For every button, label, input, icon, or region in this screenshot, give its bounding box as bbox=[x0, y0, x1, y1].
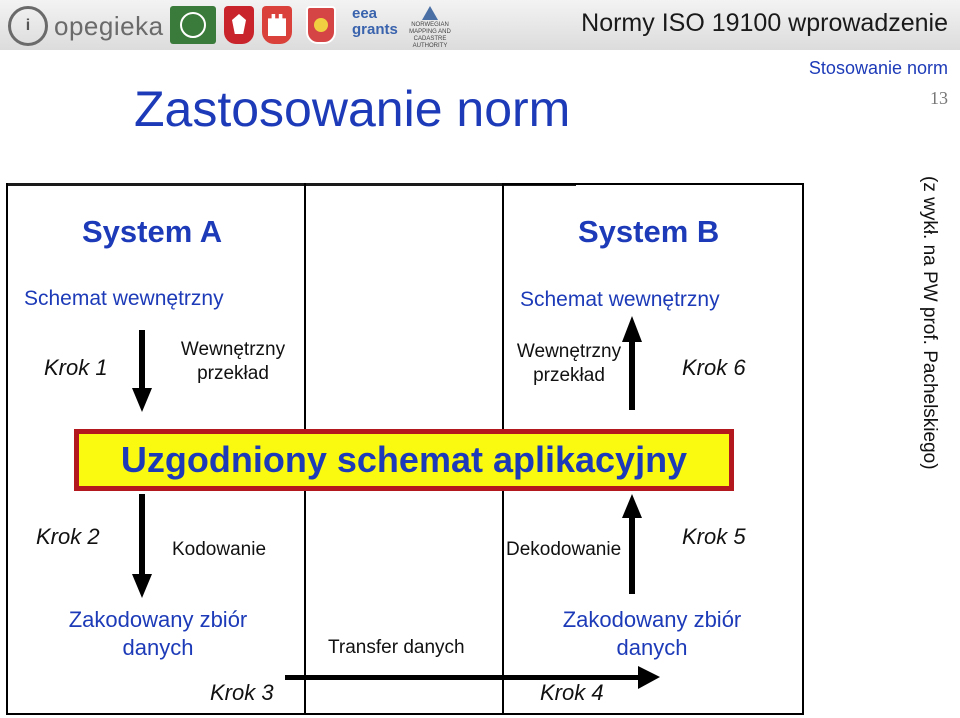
system-a-dataset-line1: Zakodowany zbiór bbox=[68, 607, 248, 632]
system-b-dataset-line2: danych bbox=[616, 635, 688, 660]
system-b-title: System B bbox=[578, 214, 720, 249]
system-a-dataset-line2: danych bbox=[122, 635, 194, 660]
norwegian-mapping-authority-logo: NORWEGIAN MAPPING AND CADASTRE AUTHORITY bbox=[404, 6, 456, 49]
regional-coat-of-arms-icon bbox=[306, 6, 336, 44]
eea-grants-logo: eea grants bbox=[352, 6, 400, 46]
frame-bottom-line bbox=[6, 713, 804, 715]
system-a-title: System A bbox=[82, 214, 223, 249]
logo-mark-icon: i bbox=[8, 6, 48, 46]
system-b-internal-translation-line2: przekład bbox=[533, 365, 605, 386]
arrow-down-step-1 bbox=[132, 330, 152, 412]
step-1-label: Krok 1 bbox=[44, 355, 108, 380]
encoding-label: Kodowanie bbox=[172, 539, 267, 560]
system-a-schema-label: Schemat wewnętrzny bbox=[24, 287, 224, 310]
page-number: 13 bbox=[930, 88, 948, 108]
system-a-internal-translation-line2: przekład bbox=[197, 363, 269, 384]
arrow-right-transfer bbox=[285, 666, 660, 689]
frame-top-line bbox=[6, 183, 576, 186]
frame-right-line bbox=[802, 183, 804, 713]
system-a-internal-translation: Wewnętrzny przekład bbox=[170, 338, 296, 386]
arrow-down-step-2 bbox=[132, 494, 152, 598]
eea-logo-line2: grants bbox=[352, 21, 398, 38]
opegieka-logo: i opegieka bbox=[8, 6, 164, 46]
transfer-label: Transfer danych bbox=[328, 637, 465, 658]
system-b-internal-translation-line1: Wewnętrzny bbox=[516, 341, 622, 362]
step-3-label: Krok 3 bbox=[210, 680, 274, 705]
frame-top-line-right bbox=[503, 183, 804, 185]
section-label: Stosowanie norm bbox=[808, 58, 948, 78]
decoding-label: Dekodowanie bbox=[506, 539, 622, 560]
header-title: Normy ISO 19100 wprowadzenie bbox=[581, 9, 948, 37]
system-b-internal-translation: Wewnętrzny przekład bbox=[506, 340, 632, 388]
system-b-dataset: Zakodowany zbiór danych bbox=[544, 606, 760, 662]
slide-title: Zastosowanie norm bbox=[134, 81, 571, 137]
frame-left-line bbox=[6, 183, 8, 713]
step-6-label: Krok 6 bbox=[682, 355, 746, 380]
step-5-label: Krok 5 bbox=[682, 524, 746, 549]
system-b-schema-label: Schemat wewnętrzny bbox=[520, 288, 720, 311]
system-a-dataset: Zakodowany zbiór danych bbox=[50, 606, 266, 662]
eagle-coat-of-arms-icon bbox=[224, 6, 254, 44]
header-bar: i opegieka eea grants NORWEGIAN MAPPING … bbox=[0, 0, 960, 50]
agreed-application-schema-box: Uzgodniony schemat aplikacyjny bbox=[74, 429, 734, 491]
agreed-application-schema-label: Uzgodniony schemat aplikacyjny bbox=[120, 439, 688, 480]
arrow-up-step-5 bbox=[622, 494, 642, 594]
step-4-label: Krok 4 bbox=[540, 680, 604, 705]
globe-emblem-icon bbox=[170, 6, 216, 44]
system-b-dataset-line1: Zakodowany zbiór bbox=[562, 607, 742, 632]
mountain-icon bbox=[422, 6, 438, 20]
logo-text: opegieka bbox=[54, 10, 164, 41]
system-a-internal-translation-line1: Wewnętrzny bbox=[180, 339, 286, 360]
city-coat-of-arms-icon bbox=[262, 6, 292, 44]
step-2-label: Krok 2 bbox=[36, 524, 100, 549]
eea-logo-line1: eea bbox=[352, 5, 378, 22]
source-credit: (z wykł. na PW prof. Pachelskiego) bbox=[919, 176, 940, 470]
nma-logo-text: NORWEGIAN MAPPING AND CADASTRE AUTHORITY bbox=[409, 22, 451, 49]
